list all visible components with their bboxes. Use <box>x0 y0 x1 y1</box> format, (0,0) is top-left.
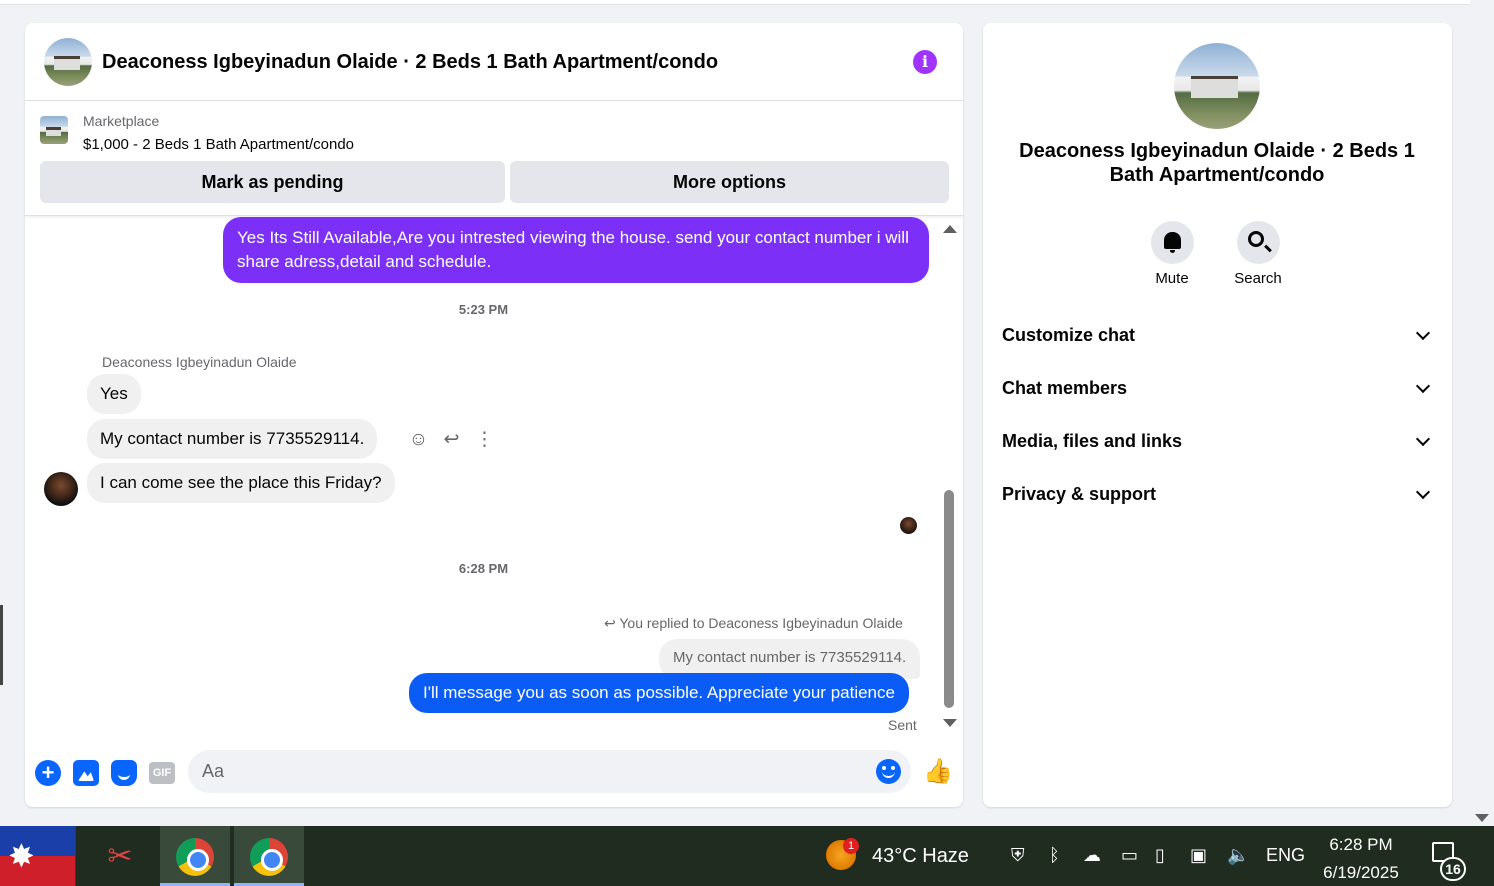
incoming-message[interactable]: My contact number is 7735529114. <box>87 419 378 459</box>
page-scrollbar[interactable] <box>1470 0 1494 826</box>
sender-avatar[interactable] <box>44 472 78 506</box>
emoji-icon[interactable] <box>876 759 901 784</box>
mark-as-pending-button[interactable]: Mark as pending <box>40 161 505 203</box>
section-chat-members[interactable]: Chat members <box>1002 375 1432 405</box>
section-label: Customize chat <box>1002 325 1136 345</box>
network-icon[interactable]: ▣ <box>1190 845 1207 866</box>
info-title: Deaconess Igbeyinadun Olaide · 2 Beds 1 … <box>1019 140 1415 186</box>
clock-time: 6:28 PM <box>1329 835 1393 854</box>
section-customize-chat[interactable]: Customize chat <box>1002 322 1432 352</box>
section-label: Media, files and links <box>1002 431 1183 451</box>
cloud-icon[interactable]: ☁ <box>1083 845 1101 866</box>
meet-icon[interactable]: ▭ <box>1121 845 1138 866</box>
more-icon[interactable]: ⋮ <box>474 429 495 450</box>
timestamp: 6:28 PM <box>458 561 509 576</box>
reply-icon[interactable]: ↩ <box>441 429 462 450</box>
marketplace-bar: Marketplace $1,000 - 2 Beds 1 Bath Apart… <box>25 102 963 216</box>
clock[interactable]: 6:28 PM 6/19/2025 <box>1316 831 1406 886</box>
chevron-down-icon <box>1415 378 1431 394</box>
message-input[interactable] <box>202 750 862 793</box>
start-button[interactable]: ✸ <box>0 826 76 886</box>
mute-button[interactable]: Mute <box>1142 221 1202 287</box>
plus-icon[interactable]: + <box>35 760 61 786</box>
chat-title[interactable]: Deaconess Igbeyinadun Olaide · 2 Beds 1 … <box>102 51 718 74</box>
info-icon[interactable]: i <box>913 50 937 74</box>
weather-badge: 1 <box>843 838 859 854</box>
scroll-down-arrow[interactable] <box>943 719 957 727</box>
scroll-up-arrow[interactable] <box>943 225 957 233</box>
marketplace-label: Marketplace <box>83 113 160 129</box>
scroll-thumb[interactable] <box>944 490 954 708</box>
sender-name: Deaconess Igbeyinadun Olaide <box>102 354 297 370</box>
taskbar-app-chrome[interactable] <box>160 826 230 886</box>
bell-icon <box>1163 232 1181 253</box>
start-icon: ✸ <box>8 838 35 874</box>
sticker-icon[interactable] <box>111 760 137 786</box>
chat-panel: Deaconess Igbeyinadun Olaide · 2 Beds 1 … <box>25 23 963 807</box>
message-input-wrap[interactable] <box>188 750 911 793</box>
reply-note-text: You replied to Deaconess Igbeyinadun Ola… <box>619 615 903 631</box>
section-privacy-support[interactable]: Privacy & support <box>1002 481 1432 511</box>
chat-header: Deaconess Igbeyinadun Olaide · 2 Beds 1 … <box>25 23 963 101</box>
page-scroll-down-arrow[interactable] <box>1475 814 1489 822</box>
search-label: Search <box>1234 270 1282 287</box>
battery-icon[interactable]: ▯ <box>1155 845 1165 866</box>
incoming-message[interactable]: I can come see the place this Friday? <box>87 463 395 503</box>
weather-text[interactable]: 43°C Haze <box>872 845 969 868</box>
reply-note: ↩ You replied to Deaconess Igbeyinadun O… <box>604 615 903 632</box>
outgoing-message[interactable]: Yes Its Still Available,Are you intreste… <box>223 217 929 283</box>
browser-top-edge <box>0 0 1470 5</box>
chrome-profile-icon <box>250 838 288 876</box>
chat-info-panel: Deaconess Igbeyinadun Olaide · 2 Beds 1 … <box>983 23 1452 807</box>
incoming-message[interactable]: Yes <box>87 374 141 414</box>
photo-icon[interactable] <box>73 760 99 786</box>
bluetooth-icon[interactable]: ᛒ <box>1049 845 1060 866</box>
clock-date: 6/19/2025 <box>1323 863 1399 882</box>
thumbs-up-icon[interactable]: 👍 <box>923 758 953 786</box>
taskbar-app-chrome-profile[interactable] <box>234 826 304 886</box>
more-options-button[interactable]: More options <box>510 161 949 203</box>
snipping-tool-icon: ✂ <box>107 840 133 873</box>
react-icon[interactable]: ☺ <box>408 429 429 450</box>
message-list: Yes Its Still Available,Are you intreste… <box>25 217 963 733</box>
section-media-files-links[interactable]: Media, files and links <box>1002 428 1432 458</box>
message-scrollbar[interactable] <box>942 217 957 733</box>
taskbar-app-snipping[interactable]: ✂ <box>85 826 155 886</box>
listing-avatar-large[interactable] <box>1174 43 1260 129</box>
sent-status: Sent <box>888 717 917 733</box>
gif-icon[interactable]: GIF <box>149 762 175 784</box>
reply-arrow-icon: ↩ <box>604 615 620 631</box>
listing-avatar[interactable] <box>44 38 92 86</box>
section-label: Privacy & support <box>1002 484 1157 504</box>
message-actions: ☺ ↩ ⋮ <box>408 427 495 451</box>
listing-thumbnail[interactable] <box>40 116 68 144</box>
notification-count: 16 <box>1440 857 1466 881</box>
search-button[interactable]: Search <box>1228 221 1288 287</box>
section-label: Chat members <box>1002 378 1128 398</box>
search-icon <box>1247 231 1264 247</box>
mute-label: Mute <box>1155 270 1189 287</box>
outgoing-message[interactable]: I'll message you as soon as possible. Ap… <box>409 673 909 713</box>
composer: + GIF 👍 <box>25 739 963 807</box>
taskbar: ✸ ✂ 1 43°C Haze ⛨ ᛒ ☁ ▭ ▯ ▣ 🔈 ENG 6:28 P… <box>0 826 1494 886</box>
chrome-icon <box>176 838 214 876</box>
seen-indicator-avatar <box>900 517 917 534</box>
chevron-down-icon <box>1415 484 1431 500</box>
chevron-down-icon <box>1415 325 1431 341</box>
security-icon[interactable]: ⛨ <box>1011 845 1025 866</box>
window-edge <box>0 605 3 685</box>
volume-icon[interactable]: 🔈 <box>1227 845 1249 866</box>
listing-price[interactable]: $1,000 - 2 Beds 1 Bath Apartment/condo <box>83 136 354 153</box>
timestamp: 5:23 PM <box>458 302 509 317</box>
language-indicator[interactable]: ENG <box>1266 845 1305 866</box>
chevron-down-icon <box>1415 431 1431 447</box>
